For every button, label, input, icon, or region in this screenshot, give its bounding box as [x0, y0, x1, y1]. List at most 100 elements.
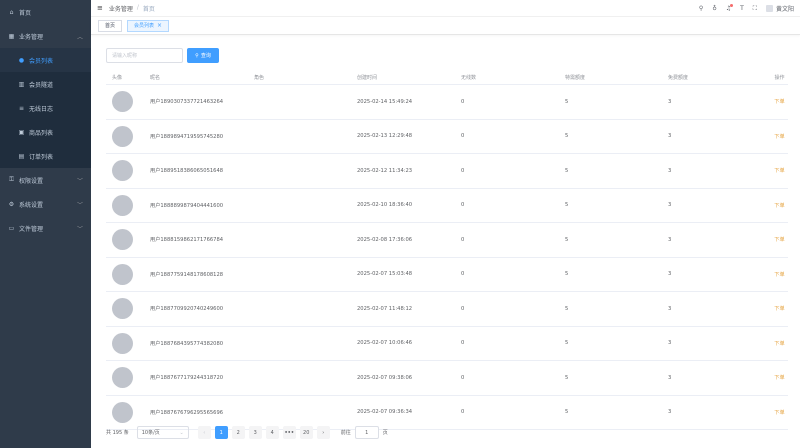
column-header: 昵名 — [150, 75, 161, 81]
nickname-cell: 用户1887684395774382080 — [150, 340, 224, 347]
fullscreen-icon[interactable]: ⛶ — [753, 5, 757, 13]
order-link[interactable]: 下单 — [774, 168, 784, 174]
order-link[interactable]: 下单 — [774, 203, 784, 209]
page-button[interactable]: 1 — [214, 426, 228, 439]
nickname-cell: 用户1887677179244318720 — [150, 375, 224, 382]
order-link[interactable]: 下单 — [774, 341, 784, 347]
chevron-down-icon: ﹀ — [76, 225, 83, 233]
created-time-cell: 2025-02-10 18:36:40 — [357, 202, 413, 209]
nickname-cell: 用户1887676796295565696 — [150, 409, 224, 416]
wireless-count-cell: 0 — [461, 374, 465, 381]
nickname-search-input[interactable] — [106, 48, 183, 63]
order-link[interactable]: 下单 — [774, 410, 784, 416]
page-unit-label: 页 — [382, 430, 388, 436]
nickname-cell: 用户1888159862171766784 — [150, 237, 224, 244]
order-link[interactable]: 下单 — [774, 375, 784, 381]
more-pages-button[interactable]: ••• — [282, 426, 296, 439]
breadcrumb-parent[interactable]: 业务管理 — [109, 4, 133, 13]
free-quota-cell: 3 — [668, 374, 672, 381]
avatar — [112, 367, 133, 389]
column-header: 头像 — [112, 75, 123, 81]
operation-cell: 下单 — [771, 340, 788, 347]
table-header: 头像 昵名 角色 创建时间 无线数 特需额度 免费额度 操作 — [106, 71, 788, 85]
special-quota-cell: 5 — [565, 167, 569, 174]
order-link[interactable]: 下单 — [774, 99, 784, 105]
sidebar-item-wireless-log[interactable]: ≡ 无线日志 — [0, 96, 91, 120]
next-page-button[interactable]: › — [316, 426, 330, 439]
breadcrumb: 业务管理 / 首页 — [109, 4, 155, 13]
page-button[interactable]: 3 — [248, 426, 262, 439]
created-time-cell: 2025-02-07 10:06:46 — [357, 340, 413, 347]
order-link[interactable]: 下单 — [774, 272, 784, 278]
table-row: 用户1887684395774382080 2025-02-07 10:06:46… — [106, 327, 788, 361]
breadcrumb-current: 首页 — [142, 5, 155, 13]
prev-page-button[interactable]: ‹ — [197, 426, 211, 439]
operation-cell: 下单 — [771, 202, 788, 209]
page-button[interactable]: 20 — [299, 426, 313, 439]
sidebar-item-business[interactable]: ▦ 业务管理 ︿ — [0, 24, 91, 48]
sidebar-item-permissions[interactable]: ⚿ 权限设置 ﹀ — [0, 168, 91, 192]
operation-cell: 下单 — [771, 98, 788, 105]
nickname-cell: 用户1887759148178608128 — [150, 271, 224, 278]
hamburger-icon[interactable]: ≡ — [97, 4, 103, 12]
order-link[interactable]: 下单 — [774, 306, 784, 312]
user-dropdown[interactable]: 黄文阳 — [765, 4, 794, 13]
avatar-cell — [106, 229, 150, 251]
operation-cell: 下单 — [771, 409, 788, 416]
search-icon: ⚲ — [195, 52, 199, 59]
page-button[interactable]: 2 — [231, 426, 245, 439]
sidebar-item-label: 首页 — [19, 9, 32, 17]
special-quota-cell: 5 — [565, 409, 569, 416]
bell-icon[interactable]: ♫ — [726, 4, 734, 12]
breadcrumb-separator: / — [136, 3, 139, 11]
wireless-count-cell: 0 — [461, 202, 465, 209]
free-quota-cell: 3 — [668, 409, 672, 416]
sidebar-item-files[interactable]: ▭ 文件管理 ﹀ — [0, 216, 91, 240]
wireless-count-cell: 0 — [461, 133, 465, 140]
sidebar-item-order-list[interactable]: ▤ 订单列表 — [0, 144, 91, 168]
page-button[interactable]: 4 — [265, 426, 279, 439]
free-quota-cell: 3 — [668, 98, 672, 105]
folder-icon: ▭ — [8, 224, 15, 232]
sidebar-item-system[interactable]: ⚙ 系统设置 ﹀ — [0, 192, 91, 216]
avatar — [112, 91, 133, 113]
table-row: 用户1888899879404441600 2025-02-10 18:36:40… — [106, 189, 788, 223]
app-root: ⌂ 首页 ▦ 业务管理 ︿ ● 会员列表 ▥ 会员隧道 ≡ 无线日志 ▣ 商品列… — [0, 0, 800, 448]
special-quota-cell: 5 — [565, 133, 569, 140]
table-row: 用户1890307337721463264 2025-02-14 15:49:24… — [106, 85, 788, 120]
sidebar-item-label: 会员列表 — [29, 57, 54, 65]
document-icon: ▤ — [18, 152, 25, 160]
avatar — [112, 263, 133, 285]
special-quota-cell: 5 — [565, 98, 569, 105]
free-quota-cell: 3 — [668, 340, 672, 347]
sidebar-item-goods-list[interactable]: ▣ 商品列表 — [0, 120, 91, 144]
list-icon: ≡ — [18, 104, 25, 112]
sidebar-item-member-list[interactable]: ● 会员列表 — [0, 48, 91, 72]
github-icon[interactable]: ♁ — [712, 5, 716, 12]
close-icon[interactable]: × — [157, 22, 162, 29]
avatar — [112, 194, 133, 216]
goto-page-input[interactable] — [354, 426, 379, 439]
wireless-count-cell: 0 — [461, 236, 465, 243]
sidebar-item-home[interactable]: ⌂ 首页 — [0, 0, 91, 24]
avatar-cell — [106, 263, 150, 285]
search-button[interactable]: ⚲ 查询 — [187, 48, 219, 63]
free-quota-cell: 3 — [668, 305, 672, 312]
tag-member-list[interactable]: 会员列表 × — [127, 19, 170, 32]
sidebar-item-label: 无线日志 — [29, 105, 54, 113]
search-icon[interactable]: ⚲ — [699, 5, 703, 12]
tag-home[interactable]: 首页 — [98, 19, 123, 32]
sidebar-item-member-tunnel[interactable]: ▥ 会员隧道 — [0, 72, 91, 96]
order-link[interactable]: 下单 — [774, 237, 784, 243]
nickname-cell: 用户1887709920740249600 — [150, 306, 224, 313]
page-size-select[interactable]: 10条/页 ⌄ — [136, 426, 189, 439]
username: 黄文阳 — [775, 6, 794, 13]
wireless-count-cell: 0 — [461, 98, 465, 105]
created-time-cell: 2025-02-07 11:48:12 — [357, 305, 413, 312]
wireless-count-cell: 0 — [461, 409, 465, 416]
order-link[interactable]: 下单 — [774, 134, 784, 140]
table-body: 用户1890307337721463264 2025-02-14 15:49:24… — [106, 85, 788, 430]
nickname-cell: 用户1888899879404441600 — [150, 202, 224, 209]
font-size-icon[interactable]: T — [740, 5, 744, 12]
created-time-cell: 2025-02-07 09:36:34 — [357, 409, 413, 416]
